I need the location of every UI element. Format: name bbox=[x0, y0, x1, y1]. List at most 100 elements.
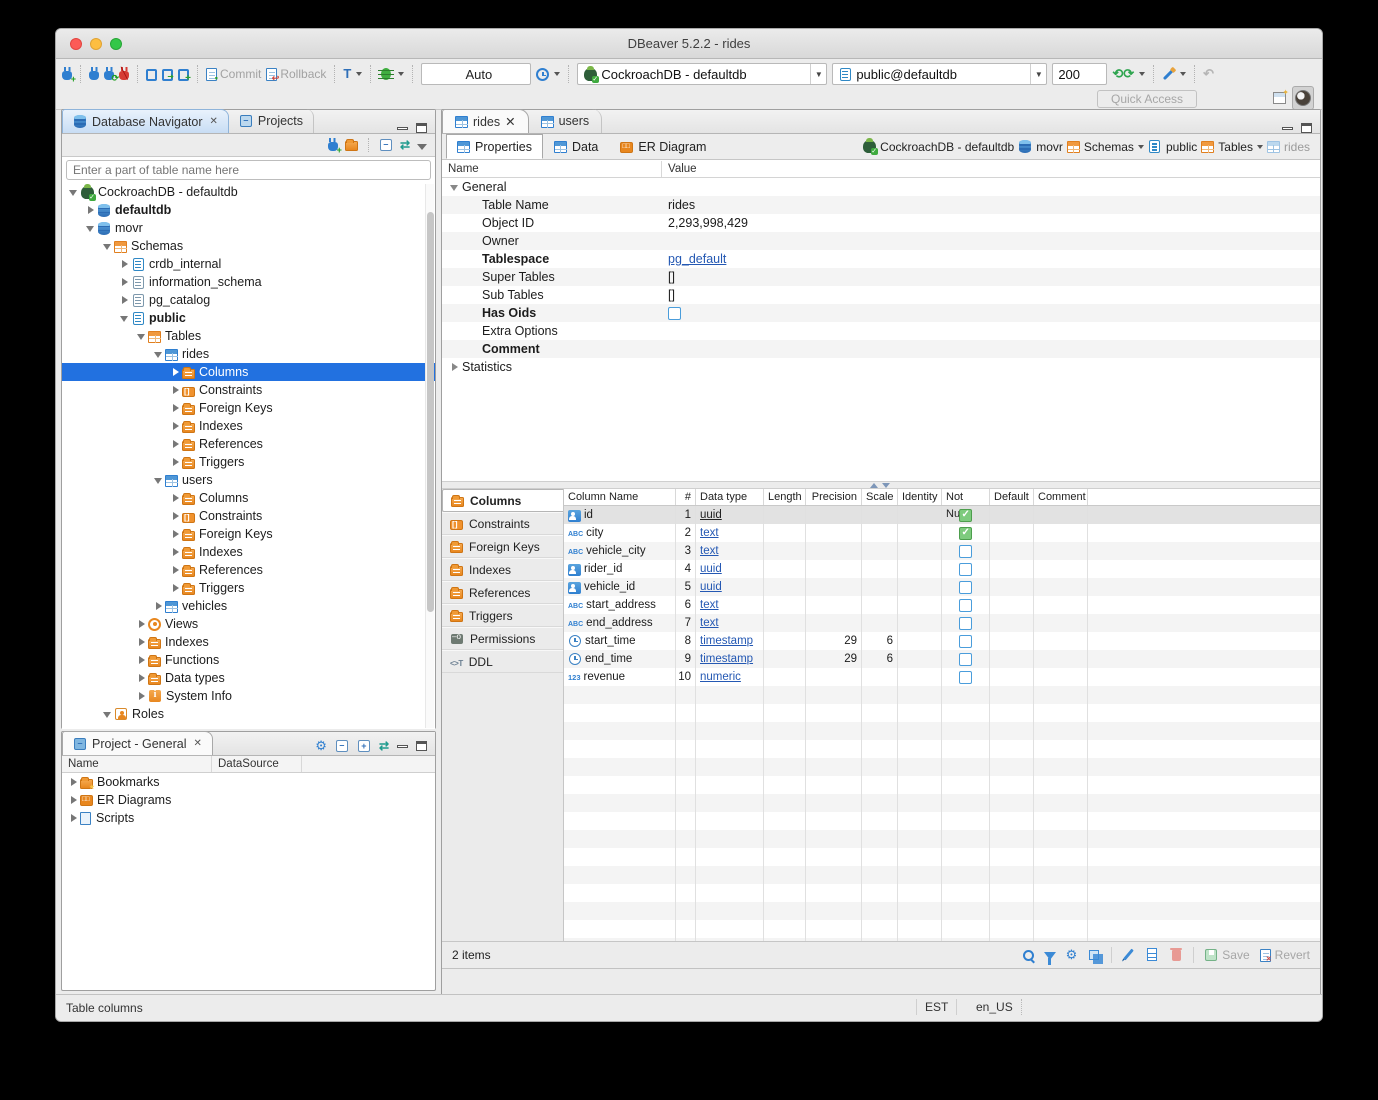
tree-item-indexes[interactable]: Indexes bbox=[62, 543, 435, 561]
not-null-checkbox[interactable] bbox=[959, 563, 972, 576]
tree-item-functions[interactable]: Functions bbox=[62, 651, 435, 669]
expander-closed[interactable] bbox=[170, 546, 182, 558]
editor-tab-users[interactable]: users bbox=[529, 109, 603, 133]
expander-closed[interactable] bbox=[136, 672, 148, 684]
expander-closed[interactable] bbox=[136, 654, 148, 666]
expander-open[interactable] bbox=[68, 186, 80, 198]
expander-open[interactable] bbox=[102, 708, 114, 720]
close-tab-icon[interactable]: ✕ bbox=[505, 114, 515, 129]
splitter[interactable] bbox=[442, 481, 1320, 489]
grid-header-not-null[interactable]: Not Null bbox=[942, 489, 990, 505]
not-null-checkbox[interactable] bbox=[959, 527, 972, 540]
detail-tab-indexes[interactable]: Indexes bbox=[442, 558, 563, 581]
tree-item-triggers[interactable]: Triggers bbox=[62, 453, 435, 471]
tree-item-constraints[interactable]: Constraints bbox=[62, 381, 435, 399]
detail-tab-triggers[interactable]: Triggers bbox=[442, 604, 563, 627]
column-row-revenue[interactable]: revenue10numeric bbox=[564, 668, 1320, 686]
detail-tab-foreign-keys[interactable]: Foreign Keys bbox=[442, 535, 563, 558]
property-row-sub-tables[interactable]: Sub Tables[] bbox=[442, 286, 1320, 304]
open-perspective-button[interactable] bbox=[1273, 89, 1286, 107]
not-null-checkbox[interactable] bbox=[959, 653, 972, 666]
has-oids-checkbox[interactable] bbox=[668, 307, 681, 320]
undo-navigation-button[interactable]: ↶ bbox=[1203, 67, 1214, 81]
commit-button[interactable]: Commit bbox=[206, 67, 261, 81]
tree-item-foreign-keys[interactable]: Foreign Keys bbox=[62, 399, 435, 417]
commit-mode-combo[interactable]: Auto bbox=[421, 63, 531, 85]
expander-closed[interactable] bbox=[153, 600, 165, 612]
grid-header--[interactable]: # bbox=[676, 489, 696, 505]
breadcrumb-tables[interactable]: Tables bbox=[1201, 140, 1263, 154]
grid-header-identity[interactable]: Identity bbox=[898, 489, 942, 505]
subtab-er-diagram[interactable]: ER Diagram bbox=[609, 134, 717, 159]
column-row-start-time[interactable]: start_time8timestamp296 bbox=[564, 632, 1320, 650]
expander-closed[interactable] bbox=[136, 618, 148, 630]
expander-open[interactable] bbox=[153, 348, 165, 360]
not-null-checkbox[interactable] bbox=[959, 671, 972, 684]
tree-item-pg-catalog[interactable]: pg_catalog bbox=[62, 291, 435, 309]
project-collapse-all-button[interactable] bbox=[335, 737, 349, 755]
add-column-button[interactable] bbox=[1145, 946, 1159, 964]
column-header-datasource[interactable]: DataSource bbox=[212, 756, 302, 772]
property-row-general[interactable]: General bbox=[442, 178, 1320, 196]
property-row-object-id[interactable]: Object ID2,293,998,429 bbox=[442, 214, 1320, 232]
tree-item-schemas[interactable]: Schemas bbox=[62, 237, 435, 255]
detail-tab-columns[interactable]: Columns bbox=[442, 489, 563, 512]
tree-item-data-types[interactable]: Data types bbox=[62, 669, 435, 687]
data-type-link[interactable]: text bbox=[700, 617, 719, 629]
not-null-checkbox[interactable] bbox=[959, 635, 972, 648]
tree-item-indexes[interactable]: Indexes bbox=[62, 417, 435, 435]
expander-closed[interactable] bbox=[170, 528, 182, 540]
grid-header-column-name[interactable]: Column Name bbox=[564, 489, 676, 505]
save-button[interactable]: Save bbox=[1204, 948, 1249, 962]
column-row-city[interactable]: city2text bbox=[564, 524, 1320, 542]
tab-projects[interactable]: Projects bbox=[229, 109, 314, 133]
grid-header-data-type[interactable]: Data type bbox=[696, 489, 764, 505]
grid-header-default[interactable]: Default bbox=[990, 489, 1034, 505]
schema-combo-arrow[interactable] bbox=[1030, 64, 1046, 84]
expander-open[interactable] bbox=[102, 240, 114, 252]
expander-closed[interactable] bbox=[136, 636, 148, 648]
grid-compare-button[interactable] bbox=[1087, 946, 1101, 964]
fetch-size-input[interactable] bbox=[1052, 63, 1107, 85]
connection-combo-arrow[interactable] bbox=[810, 64, 826, 84]
close-navigator-tab-icon[interactable]: ✕ bbox=[209, 116, 217, 127]
expander-open[interactable] bbox=[450, 182, 461, 193]
reconnect-button[interactable] bbox=[104, 68, 114, 80]
subtab-properties[interactable]: Properties bbox=[446, 134, 543, 159]
new-connection-button[interactable] bbox=[62, 68, 72, 80]
tree-item-triggers[interactable]: Triggers bbox=[62, 579, 435, 597]
column-row-rider-id[interactable]: rider_id4uuid bbox=[564, 560, 1320, 578]
project-settings-button[interactable] bbox=[315, 737, 327, 755]
property-row-statistics[interactable]: Statistics bbox=[442, 358, 1320, 376]
tree-item-columns[interactable]: Columns bbox=[62, 489, 435, 507]
delete-column-button[interactable] bbox=[1169, 946, 1183, 964]
subtab-data[interactable]: Data bbox=[543, 134, 609, 159]
not-null-checkbox[interactable] bbox=[959, 581, 972, 594]
detail-tab-references[interactable]: References bbox=[442, 581, 563, 604]
column-row-vehicle-id[interactable]: vehicle_id5uuid bbox=[564, 578, 1320, 596]
tree-item-constraints[interactable]: Constraints bbox=[62, 507, 435, 525]
project-item-er-diagrams[interactable]: ER Diagrams bbox=[62, 791, 435, 809]
grid-filter-button[interactable] bbox=[1044, 946, 1056, 964]
column-row-vehicle-city[interactable]: vehicle_city3text bbox=[564, 542, 1320, 560]
not-null-checkbox[interactable] bbox=[959, 599, 972, 612]
expander-open[interactable] bbox=[119, 312, 131, 324]
collapse-all-button[interactable] bbox=[379, 136, 393, 154]
property-row-owner[interactable]: Owner bbox=[442, 232, 1320, 250]
column-row-id[interactable]: id1uuid bbox=[564, 506, 1320, 524]
expander-closed[interactable] bbox=[68, 812, 80, 824]
minimize-view-button[interactable] bbox=[397, 745, 408, 748]
tab-project-general[interactable]: Project - General ✕ bbox=[62, 731, 213, 755]
data-type-link[interactable]: numeric bbox=[700, 671, 741, 683]
data-type-link[interactable]: uuid bbox=[700, 563, 722, 575]
grid-search-button[interactable] bbox=[1023, 946, 1034, 964]
tree-item-references[interactable]: References bbox=[62, 435, 435, 453]
minimize-view-button[interactable] bbox=[397, 127, 408, 130]
data-type-link[interactable]: text bbox=[700, 599, 719, 611]
project-link-button[interactable] bbox=[379, 737, 389, 755]
scrollbar-thumb[interactable] bbox=[427, 212, 434, 612]
debug-button[interactable] bbox=[379, 67, 404, 81]
expander-closed[interactable] bbox=[170, 402, 182, 414]
quick-access-button[interactable]: Quick Access bbox=[1097, 90, 1197, 108]
detail-tab-ddl[interactable]: DDL bbox=[442, 650, 563, 673]
